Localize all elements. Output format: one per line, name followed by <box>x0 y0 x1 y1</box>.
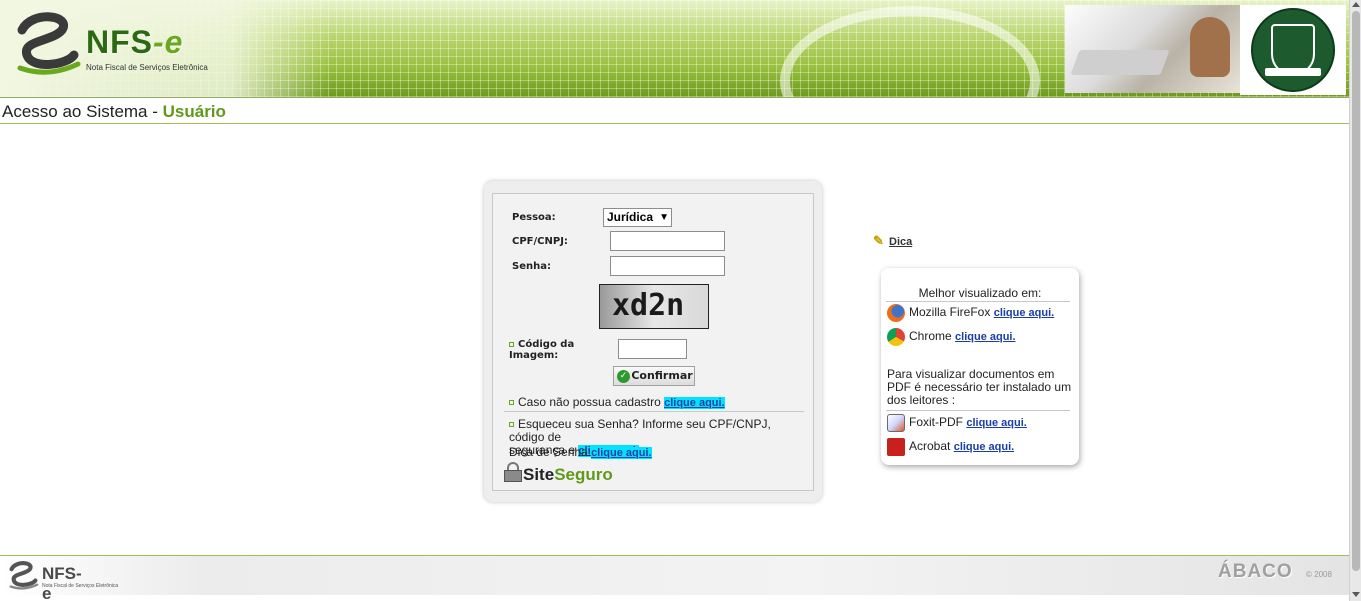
scroll-up-arrow-icon[interactable] <box>1352 2 1360 7</box>
dica-senha-text: Dica de Senha: <box>509 445 592 459</box>
foxit-pdf-icon <box>887 414 905 432</box>
firefox-link[interactable]: clique aqui. <box>994 307 1055 319</box>
chevron-down-icon: ▼ <box>659 212 669 223</box>
codigo-label-line2: Imagem: <box>509 350 559 361</box>
dica-link[interactable]: Dica <box>889 236 912 248</box>
senha-label: Senha: <box>512 261 551 272</box>
footer-nfse-logo: NFS-e Nota Fiscal de Serviços Eletrônica <box>6 560 118 601</box>
pessoa-select[interactable]: Jurídica ▼ <box>603 208 672 227</box>
cadastro-text: Caso não possua cadastro <box>518 395 661 409</box>
site-seguro-text: SiteSeguro <box>523 465 613 485</box>
nfse-logo-subtitle: Nota Fiscal de Serviços Eletrônica <box>86 63 208 72</box>
header-photo <box>1065 5 1240 93</box>
separator <box>886 410 1070 411</box>
scrollbar-thumb[interactable] <box>1352 11 1360 571</box>
confirmar-label: Confirmar <box>631 369 693 382</box>
dica-senha-link[interactable]: clique aqui. <box>591 447 652 459</box>
pdf-info-text: Para visualizar documentos em PDF é nece… <box>887 367 1072 407</box>
browser-heading: Melhor visualizado em: <box>918 286 1042 300</box>
page-title: Acesso ao Sistema - Usuário <box>2 102 226 122</box>
esqueceu-text-1: Esqueceu sua Senha? Informe seu CPF/CNPJ… <box>509 417 771 444</box>
dica-link-row: ✎ Dica <box>873 233 912 249</box>
acrobat-row: Acrobat clique aqui. <box>887 438 1014 456</box>
acrobat-name: Acrobat <box>909 439 951 454</box>
pessoa-select-value: Jurídica <box>607 210 654 224</box>
check-icon: ✓ <box>617 370 630 383</box>
photo-person <box>1190 17 1230 77</box>
login-form: Pessoa: Jurídica ▼ CPF/CNPJ: Senha: xd2n… <box>492 193 814 491</box>
confirmar-button[interactable]: ✓ Confirmar <box>613 366 695 386</box>
header-banner: NFS-e Nota Fiscal de Serviços Eletrônica <box>0 0 1349 98</box>
footer-s-logo-icon <box>9 561 39 590</box>
nfse-s-logo-icon <box>17 12 81 75</box>
bullet-icon <box>509 422 514 428</box>
login-panel: Pessoa: Jurídica ▼ CPF/CNPJ: Senha: xd2n… <box>484 181 822 502</box>
footer-logo-subtitle: Nota Fiscal de Serviços Eletrônica <box>42 583 119 589</box>
cpf-cnpj-label: CPF/CNPJ: <box>512 236 568 247</box>
dica-senha-line: Dica de Senha:clique aqui. <box>509 446 652 460</box>
vertical-scrollbar[interactable] <box>1349 0 1361 601</box>
nfse-logo: NFS-e Nota Fiscal de Serviços Eletrônica <box>12 10 232 90</box>
logo-nfs: NFS <box>86 24 153 60</box>
nfse-logo-text: NFS-e <box>86 24 183 61</box>
copyright-text: © 2008 <box>1306 570 1332 579</box>
municipal-seal-icon <box>1251 8 1335 92</box>
municipal-seal-box <box>1240 5 1346 95</box>
separator <box>886 301 1070 302</box>
photo-keyboard <box>1070 50 1170 75</box>
cadastro-link[interactable]: clique aqui. <box>664 397 725 409</box>
firefox-row: Mozilla FireFox clique aqui. <box>887 304 1054 322</box>
logo-e: -e <box>153 24 184 60</box>
browser-recommendation-box: Melhor visualizado em: Mozilla FireFox c… <box>881 268 1079 465</box>
bullet-icon <box>509 400 514 406</box>
captcha-image: xd2n <box>599 284 709 329</box>
footer-logo-nfs: NFS <box>42 564 76 583</box>
chrome-link[interactable]: clique aqui. <box>955 331 1016 343</box>
page-title-prefix: Acesso ao Sistema - <box>2 102 163 121</box>
magic-wand-icon: ✎ <box>873 233 884 248</box>
seal-band <box>1265 68 1321 76</box>
pessoa-label: Pessoa: <box>512 212 556 223</box>
page: NFS-e Nota Fiscal de Serviços Eletrônica… <box>0 0 1361 601</box>
abaco-logo: ÁBACO <box>1218 561 1293 582</box>
foxit-link[interactable]: clique aqui. <box>966 417 1027 429</box>
site-seguro-part2: Seguro <box>554 465 613 484</box>
footer: NFS-e Nota Fiscal de Serviços Eletrônica… <box>0 555 1349 601</box>
chrome-icon <box>887 328 905 346</box>
firefox-icon <box>887 304 905 322</box>
acrobat-link[interactable]: clique aqui. <box>954 441 1015 453</box>
foxit-name: Foxit-PDF <box>909 415 963 430</box>
lock-body <box>504 470 522 482</box>
chrome-row: Chrome clique aqui. <box>887 328 1016 346</box>
scroll-down-arrow-icon[interactable] <box>1352 592 1360 597</box>
page-title-bar: Acesso ao Sistema - Usuário <box>0 100 1349 124</box>
page-title-highlight: Usuário <box>162 102 226 121</box>
foxit-row: Foxit-PDF clique aqui. <box>887 414 1027 432</box>
codigo-imagem-label: Código da Imagem: <box>509 339 574 361</box>
bullet-icon <box>509 341 514 347</box>
captcha-text: xd2n <box>612 288 685 323</box>
cadastro-line: Caso não possua cadastro clique aqui. <box>509 396 725 410</box>
codigo-imagem-input[interactable] <box>618 339 687 359</box>
chrome-name: Chrome <box>909 329 952 344</box>
codigo-label-line1: Código da <box>518 339 575 350</box>
site-seguro-part1: Site <box>523 465 555 484</box>
senha-input[interactable] <box>610 256 725 276</box>
cpf-cnpj-input[interactable] <box>610 231 725 251</box>
acrobat-icon <box>887 438 905 456</box>
separator <box>504 411 804 412</box>
lock-icon <box>503 462 523 482</box>
firefox-name: Mozilla FireFox <box>909 305 991 320</box>
